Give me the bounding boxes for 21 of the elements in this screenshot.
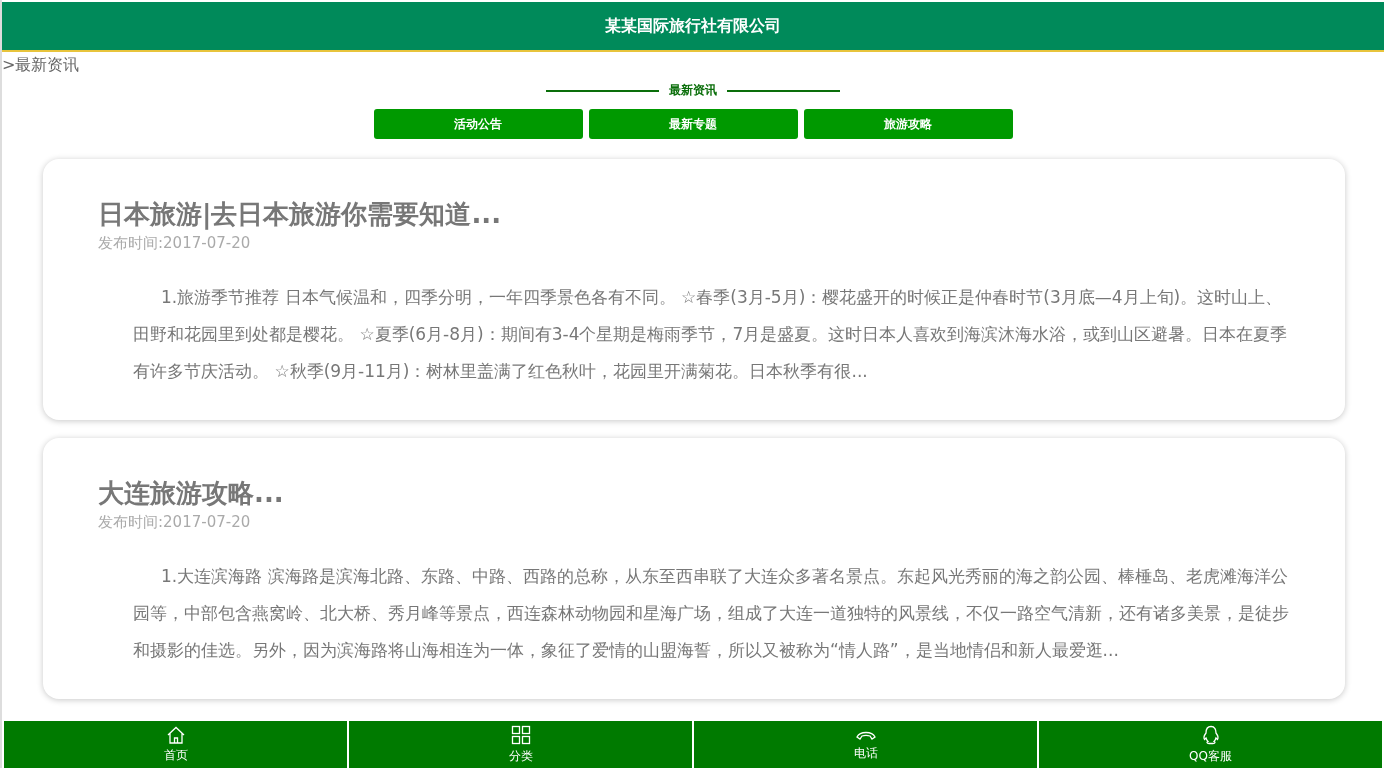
article-title[interactable]: 大连旅游攻略... xyxy=(98,476,1290,511)
nav-tab[interactable]: 首页 xyxy=(4,721,347,768)
company-title: 某某国际旅行社有限公司 xyxy=(605,15,781,37)
article-summary: 1.大连滨海路 滨海路是滨海北路、东路、中路、西路的总称，从东至西串联了大连众多著名景点。东起风光秀丽的海之韵公园、棒棰岛、老虎滩海洋公园等，中部包含燕窝岭、北大桥、秀月峰等景点，西连森林动物园和星海广场，组成了大连一道独特的风景线，不仅一路空气清新，还有诸多美景，是徒步和摄影的佳选。另外，因为滨海路将山海相连为一体，象征了爱情的山盟海誓，所以又被称为“情人路”，是当地情侣和新人最爱逛... xyxy=(133,565,1290,662)
penguin-icon xyxy=(1201,724,1220,745)
article-card[interactable] xyxy=(43,438,1345,699)
publish-date: 发布时间:2017-07-20 xyxy=(98,234,252,253)
category-button[interactable]: 最新专题 xyxy=(588,109,798,139)
publish-date: 发布时间:2017-07-20 xyxy=(98,513,252,532)
nav-tab[interactable]: QQ客服 xyxy=(1039,721,1382,768)
section-title: 最新资讯 xyxy=(669,82,717,99)
category-button[interactable]: 旅游攻略 xyxy=(803,109,1013,139)
home-icon xyxy=(165,725,186,744)
article-title[interactable]: 日本旅游|去日本旅游你需要知道... xyxy=(98,197,1290,232)
breadcrumb[interactable]: >最新资讯 xyxy=(2,52,80,78)
article-card[interactable] xyxy=(43,159,1345,420)
nav-tab[interactable]: 电话 xyxy=(694,721,1037,768)
category-button[interactable]: 活动公告 xyxy=(373,109,583,139)
nav-tab[interactable]: 分类 xyxy=(349,721,692,768)
grid-icon xyxy=(510,724,531,745)
article-summary: 1.旅游季节推荐 日本气候温和，四季分明，一年四季景色各有不同。 ☆春季(3月-5月)：樱花盛开的时候正是仲春时节(3月底—4月上旬)。这时山上、田野和花园里到处都是樱花。 ☆夏季(6月-8月)：期间有3-4个星期是梅雨季节，7月是盛夏。这时日本人喜欢到海滨沐海水浴，或到山区避暑。日本在夏季有许多节庆活动。 ☆秋季(9月-11月)：树林里盖满了红色秋叶，花园里开满菊花。日本秋季有很... xyxy=(133,286,1289,383)
